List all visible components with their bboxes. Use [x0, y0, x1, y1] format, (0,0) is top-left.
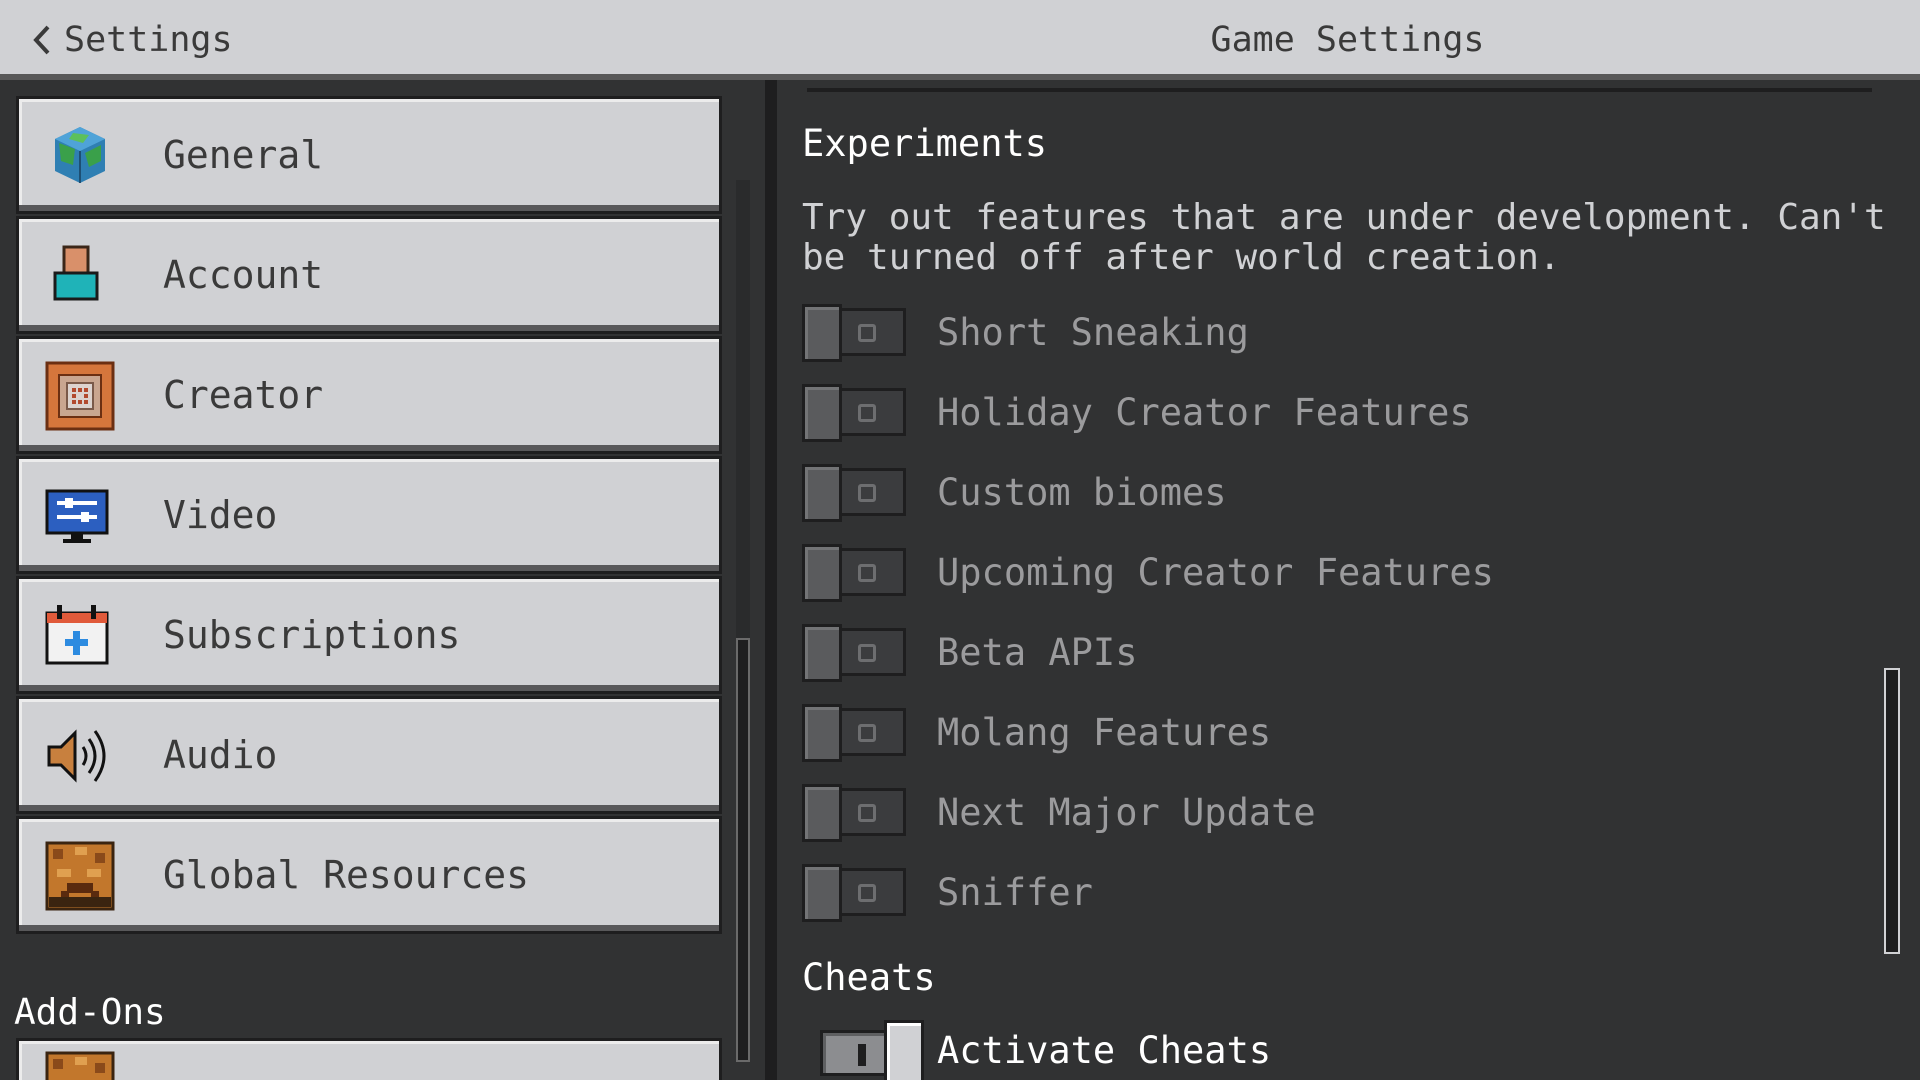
toggle-off-icon: [858, 644, 876, 662]
toggle-label: Sniffer: [937, 870, 1093, 914]
sidebar-item-label: Account: [163, 253, 324, 297]
sidebar-item-account[interactable]: Account: [16, 216, 722, 334]
creator-icon: [45, 361, 115, 431]
toggle-label: Next Major Update: [937, 790, 1316, 834]
top-bar: Settings Game Settings: [0, 0, 1920, 80]
activate-cheats-toggle[interactable]: [820, 1020, 924, 1080]
sidebar-item-general[interactable]: General: [16, 96, 722, 214]
sidebar-item-label: Subscriptions: [163, 613, 461, 657]
short-sneaking-toggle[interactable]: [802, 304, 906, 362]
toggle-label: Molang Features: [937, 710, 1272, 754]
sidebar-item-label: Video: [163, 493, 278, 537]
resource-pack-icon: [45, 1051, 115, 1080]
toggle-knob: [802, 384, 842, 442]
section-heading-addons: Add-Ons: [14, 992, 166, 1033]
calendar-plus-icon: [45, 601, 115, 671]
toggle-knob: [802, 624, 842, 682]
toggle-knob: [802, 784, 842, 842]
toggle-off-icon: [858, 484, 876, 502]
sidebar-item-label: Audio: [163, 733, 278, 777]
toggle-label: Holiday Creator Features: [937, 390, 1472, 434]
beta-apis-toggle[interactable]: [802, 624, 906, 682]
toggle-off-icon: [858, 884, 876, 902]
sidebar-item-audio[interactable]: Audio: [16, 696, 722, 814]
toggle-off-icon: [858, 324, 876, 342]
activate-cheats-label: Activate Cheats: [937, 1028, 1272, 1072]
account-icon: [45, 241, 115, 311]
cheats-heading: Cheats: [802, 956, 936, 999]
toggle-off-icon: [858, 404, 876, 422]
toggle-on-icon: [858, 1044, 866, 1066]
chevron-left-icon: [32, 24, 52, 56]
divider: [807, 88, 1872, 92]
resource-pack-icon: [45, 841, 115, 911]
sidebar-scrollbar[interactable]: [736, 638, 750, 1062]
toggle-off-icon: [858, 804, 876, 822]
toggle-knob: [802, 544, 842, 602]
toggle-knob: [802, 464, 842, 522]
experiments-heading: Experiments: [802, 122, 1048, 165]
upcoming-creator-features-toggle[interactable]: [802, 544, 906, 602]
toggle-knob: [802, 704, 842, 762]
sidebar-item-label: General: [163, 133, 324, 177]
toggle-label: Short Sneaking: [937, 310, 1249, 354]
sidebar-item-global-resources[interactable]: Global Resources: [16, 816, 722, 934]
sidebar-item-label: Global Resources: [163, 853, 530, 897]
game-settings-content: Experiments Try out features that are un…: [777, 80, 1920, 1080]
speaker-icon: [45, 721, 115, 791]
settings-sidebar: General Account Creator Video Subscripti…: [0, 80, 765, 1080]
sidebar-item-label: Creator: [163, 373, 324, 417]
holiday-creator-features-toggle[interactable]: [802, 384, 906, 442]
monitor-icon: [45, 481, 115, 551]
toggle-label: Beta APIs: [937, 630, 1138, 674]
back-button[interactable]: Settings: [22, 14, 243, 66]
sidebar-item-video[interactable]: Video: [16, 456, 722, 574]
toggle-label: Custom biomes: [937, 470, 1227, 514]
experiments-description: Try out features that are under developm…: [802, 197, 1886, 278]
toggle-off-icon: [858, 564, 876, 582]
back-button-label: Settings: [64, 20, 233, 60]
content-scrollbar[interactable]: [1884, 668, 1900, 954]
page-title: Game Settings: [1210, 20, 1485, 60]
toggle-knob: [802, 864, 842, 922]
sidebar-item-subscriptions[interactable]: Subscriptions: [16, 576, 722, 694]
globe-icon: [45, 121, 115, 191]
toggle-label: Upcoming Creator Features: [937, 550, 1494, 594]
custom-biomes-toggle[interactable]: [802, 464, 906, 522]
sidebar-item-creator[interactable]: Creator: [16, 336, 722, 454]
next-major-update-toggle[interactable]: [802, 784, 906, 842]
molang-features-toggle[interactable]: [802, 704, 906, 762]
sniffer-toggle[interactable]: [802, 864, 906, 922]
sidebar-item-partial[interactable]: [16, 1038, 722, 1080]
toggle-knob: [884, 1020, 924, 1080]
toggle-off-icon: [858, 724, 876, 742]
toggle-knob: [802, 304, 842, 362]
panel-divider: [765, 80, 777, 1080]
